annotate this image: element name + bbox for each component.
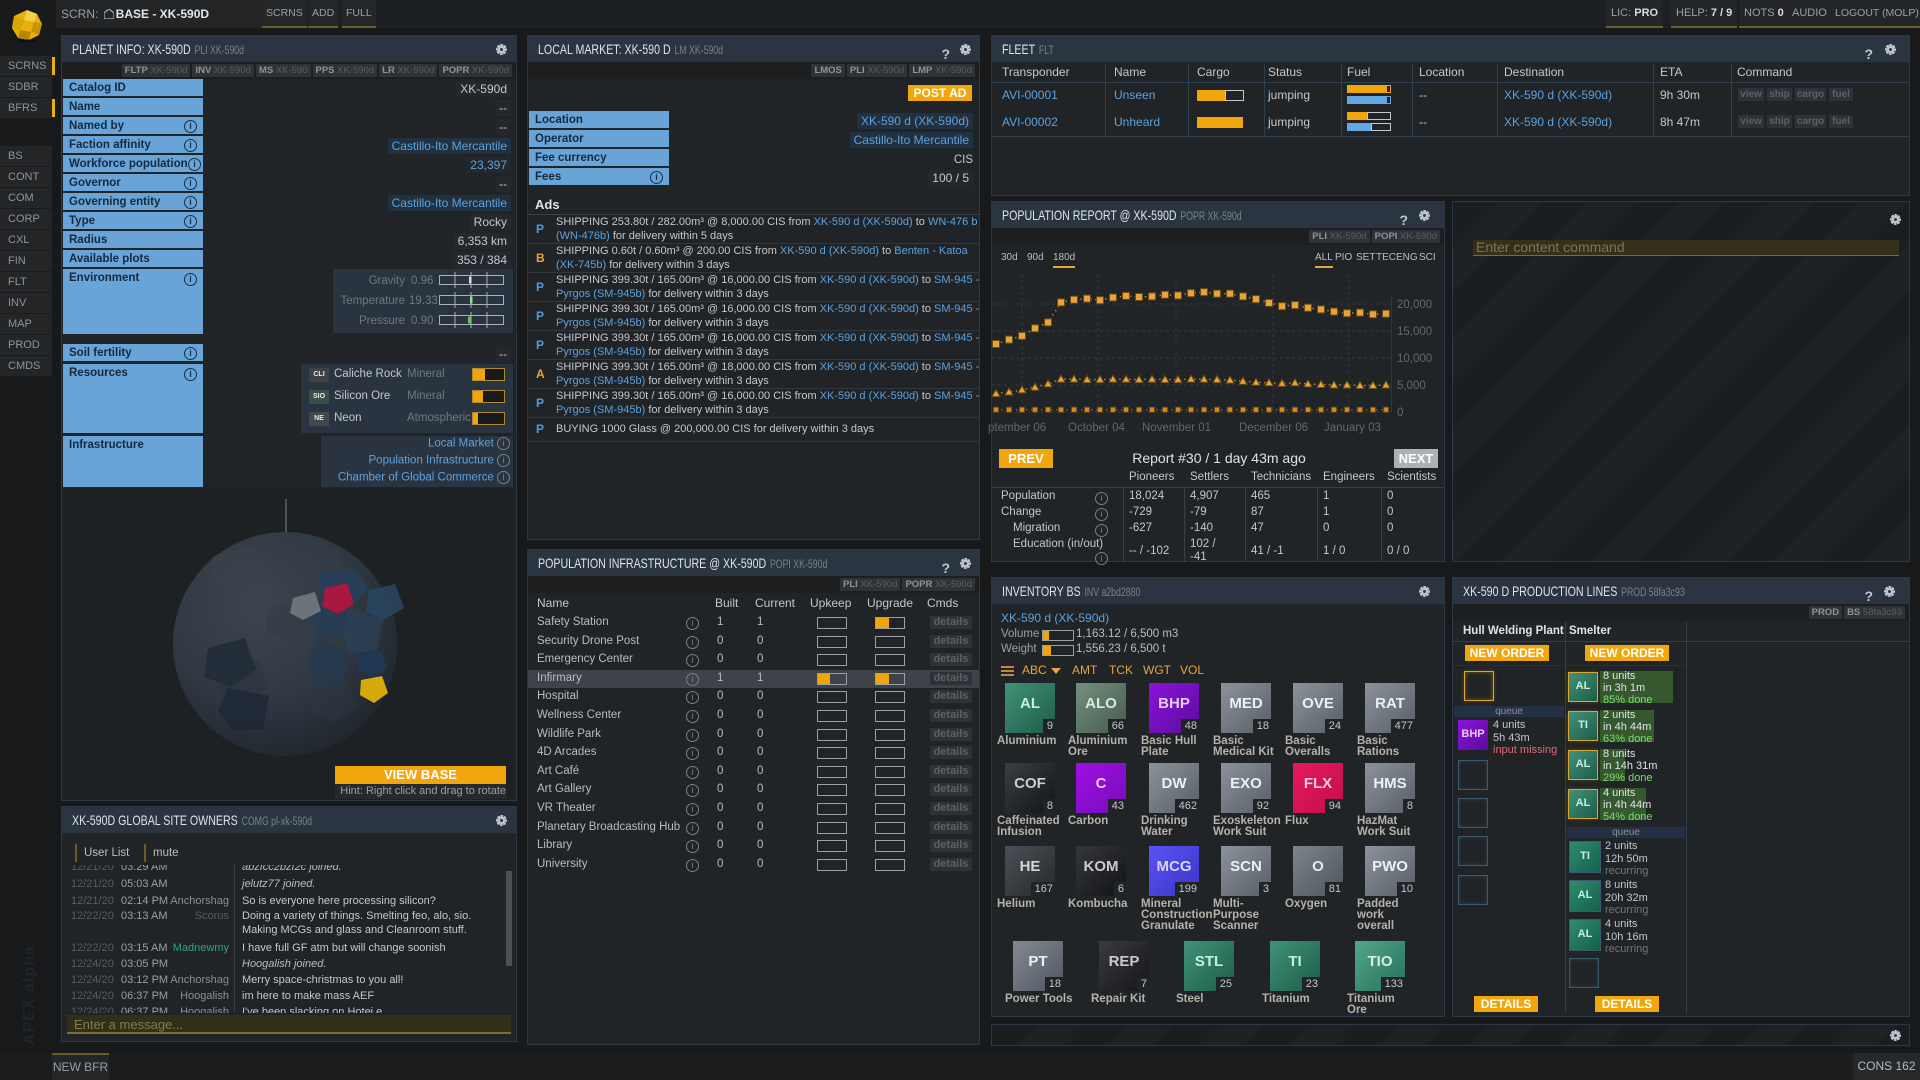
svg-text:15,000: 15,000 bbox=[1397, 326, 1432, 338]
svg-text:0: 0 bbox=[1397, 407, 1403, 419]
svg-text:5,000: 5,000 bbox=[1397, 380, 1426, 392]
svg-text:20,000: 20,000 bbox=[1397, 299, 1432, 311]
svg-text:10,000: 10,000 bbox=[1397, 353, 1432, 365]
